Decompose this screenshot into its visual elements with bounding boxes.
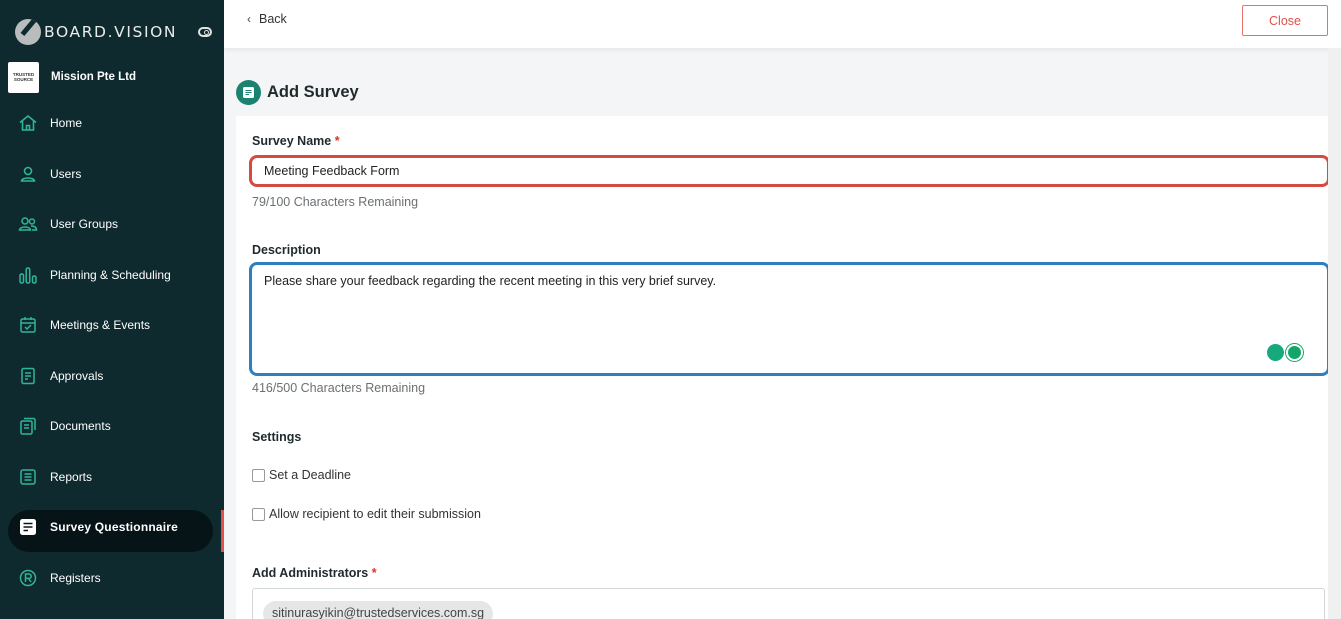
org-name: Mission Pte Ltd [51, 71, 136, 83]
description-textarea[interactable]: Please share your feedback regarding the… [249, 262, 1330, 376]
org-logo: TRUSTED SOURCE [8, 61, 39, 93]
sidebar-toggle-icon[interactable] [198, 27, 212, 37]
survey-name-label: Survey Name * [252, 134, 340, 148]
allow-edit-option[interactable]: Allow recipient to edit their submission [252, 507, 481, 521]
survey-name-input[interactable] [249, 155, 1330, 187]
bar-chart-icon [18, 265, 38, 285]
add-administrators-label-text: Add Administrators [252, 566, 369, 580]
user-icon [18, 164, 38, 184]
sidebar-item-planning-scheduling[interactable]: Planning & Scheduling [0, 250, 224, 301]
survey-icon [18, 517, 38, 537]
sidebar-item-label: Registers [50, 570, 101, 585]
allow-edit-checkbox[interactable] [252, 507, 265, 521]
home-icon [18, 113, 38, 133]
approval-doc-icon [18, 366, 38, 386]
page-header: Add Survey [236, 80, 359, 105]
page-scrollbar[interactable] [1328, 48, 1341, 619]
close-button[interactable]: Close [1242, 5, 1328, 36]
set-deadline-option[interactable]: Set a Deadline [252, 468, 351, 482]
sidebar-item-label: Home [50, 116, 83, 131]
set-deadline-checkbox[interactable] [252, 468, 265, 482]
registered-icon [18, 568, 38, 588]
sidebar: BOARD.VISION TRUSTED SOURCE Mission Pte … [0, 0, 224, 619]
page-title: Add Survey [267, 83, 359, 101]
sidebar-item-home[interactable]: Home [0, 98, 224, 149]
back-link[interactable]: ‹ Back [247, 12, 287, 26]
required-mark: * [334, 134, 340, 148]
calendar-check-icon [18, 315, 38, 335]
administrator-chip[interactable]: sitinurasyikin@trustedservices.com.sg [263, 601, 494, 619]
org-logo-line2: SOURCE [13, 77, 34, 82]
description-char-count: 416/500 Characters Remaining [252, 381, 426, 395]
report-icon [18, 467, 38, 487]
grammarly-suggestion-icon[interactable] [1267, 344, 1284, 361]
sidebar-item-reports[interactable]: Reports [0, 452, 224, 503]
brand-logo-icon [15, 19, 41, 45]
active-indicator [221, 510, 224, 552]
sidebar-item-survey-questionnaire[interactable]: Survey Questionnaire [0, 502, 224, 553]
grammarly-logo-icon[interactable] [1286, 344, 1303, 361]
allow-edit-label: Allow recipient to edit their submission [269, 507, 481, 521]
chevron-left-icon: ‹ [247, 12, 251, 26]
sidebar-item-registers[interactable]: Registers [0, 553, 224, 604]
sidebar-item-users[interactable]: Users [0, 149, 224, 200]
sidebar-item-label: Users [50, 166, 82, 181]
add-administrators-label: Add Administrators * [252, 566, 377, 580]
required-mark: * [371, 566, 377, 580]
sidebar-item-user-groups[interactable]: User Groups [0, 199, 224, 250]
documents-icon [18, 416, 38, 436]
top-bar: ‹ Back Close [224, 0, 1341, 48]
sidebar-item-label: User Groups [50, 217, 119, 232]
sidebar-nav: Home Users User Groups Planning & Schedu… [0, 98, 224, 603]
org-switcher[interactable]: TRUSTED SOURCE Mission Pte Ltd [8, 61, 216, 93]
sidebar-item-label: Survey Questionnaire [50, 520, 179, 535]
brand-name: BOARD.VISION [44, 23, 178, 41]
set-deadline-label: Set a Deadline [269, 468, 352, 482]
survey-form-icon [236, 80, 261, 105]
survey-form: Survey Name * 79/100 Characters Remainin… [236, 116, 1341, 619]
grammarly-widget[interactable] [1267, 344, 1303, 361]
sidebar-item-approvals[interactable]: Approvals [0, 351, 224, 402]
sidebar-item-documents[interactable]: Documents [0, 401, 224, 452]
sidebar-item-label: Approvals [50, 368, 104, 383]
sidebar-item-label: Reports [50, 469, 93, 484]
survey-name-label-text: Survey Name [252, 134, 332, 148]
sidebar-item-label: Planning & Scheduling [50, 267, 171, 282]
user-group-icon [18, 214, 38, 234]
administrators-multiselect[interactable]: sitinurasyikin@trustedservices.com.sg [252, 588, 1325, 619]
sidebar-item-meetings-events[interactable]: Meetings & Events [0, 300, 224, 351]
survey-name-char-count: 79/100 Characters Remaining [252, 195, 419, 209]
back-label: Back [259, 12, 287, 26]
sidebar-item-label: Documents [50, 419, 111, 434]
settings-heading: Settings [252, 430, 302, 444]
description-label: Description [252, 243, 321, 257]
sidebar-item-label: Meetings & Events [50, 318, 151, 333]
brand[interactable]: BOARD.VISION [15, 18, 177, 46]
